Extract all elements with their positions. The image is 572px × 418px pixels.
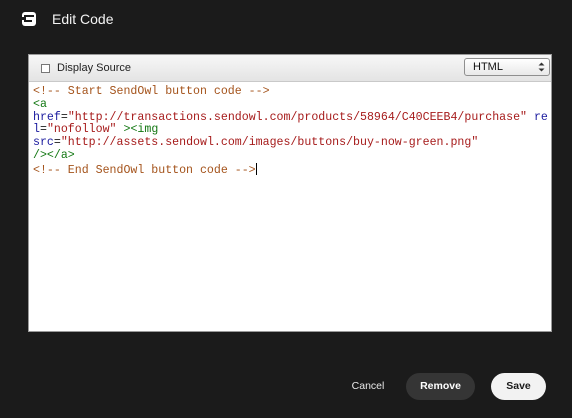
code-editor-panel: Display Source HTML <!-- Start SendOwl b… bbox=[28, 54, 552, 332]
remove-button[interactable]: Remove bbox=[406, 373, 475, 400]
sendowl-logo-icon bbox=[22, 12, 36, 26]
edit-code-dialog: Edit Code Display Source HTML <!-- Start… bbox=[0, 0, 572, 418]
code-textarea[interactable]: <!-- Start SendOwl button code --> <a hr… bbox=[33, 85, 549, 330]
code-src-attr: src bbox=[33, 136, 54, 150]
display-source-checkbox[interactable] bbox=[41, 64, 50, 73]
editor-toolbar: Display Source HTML bbox=[29, 55, 551, 82]
dialog-title: Edit Code bbox=[52, 11, 114, 27]
code-mode-value: HTML bbox=[473, 61, 503, 73]
dialog-header: Edit Code bbox=[0, 0, 572, 38]
display-source-toggle[interactable]: Display Source bbox=[41, 62, 131, 75]
code-tag-a-close: ><img bbox=[123, 123, 159, 137]
code-rel-value: "nofollow" bbox=[46, 123, 117, 137]
display-source-label: Display Source bbox=[57, 62, 131, 74]
code-mode-select[interactable]: HTML bbox=[464, 58, 550, 76]
text-caret bbox=[255, 162, 257, 175]
code-href-value: "http://transactions.sendowl.com/product… bbox=[67, 110, 527, 124]
cancel-button[interactable]: Cancel bbox=[338, 376, 398, 396]
code-href-attr: href bbox=[33, 110, 61, 124]
code-comment-start: <!-- Start SendOwl button code --> bbox=[33, 85, 270, 98]
code-tag-a-open: <a bbox=[33, 97, 47, 111]
code-tag-end: /></a> bbox=[33, 148, 75, 162]
code-comment-end: <!-- End SendOwl button code --> bbox=[33, 163, 256, 177]
select-arrows-icon bbox=[538, 62, 545, 72]
code-src-value: "http://assets.sendowl.com/images/button… bbox=[60, 136, 479, 150]
save-button[interactable]: Save bbox=[491, 373, 546, 400]
